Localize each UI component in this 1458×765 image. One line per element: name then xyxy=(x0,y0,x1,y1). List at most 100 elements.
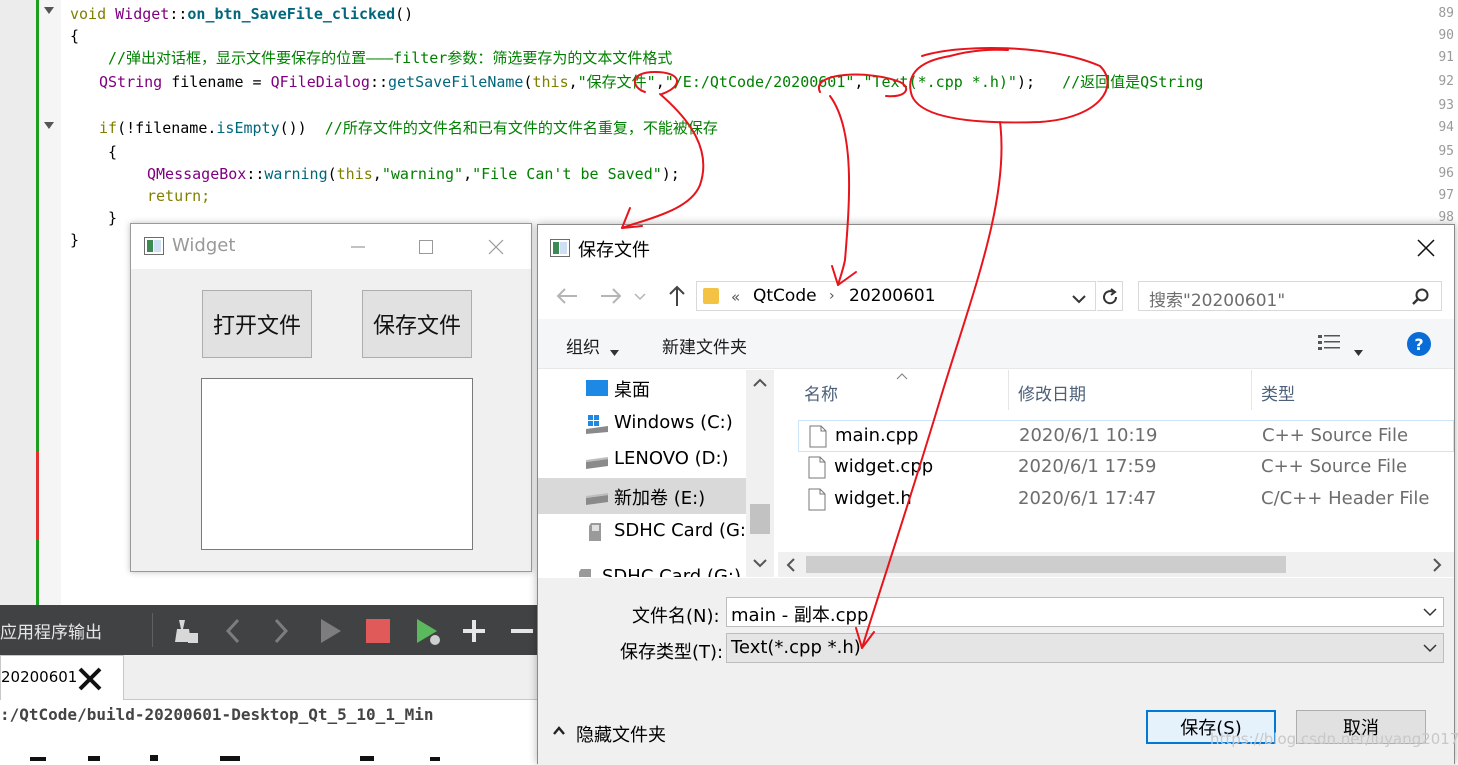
nav-item-windows-c[interactable]: Windows (C:) xyxy=(538,406,746,442)
save-file-dialog: 保存文件 « QtCode › 20200601 搜索"20200601" 组织 xyxy=(537,224,1455,765)
filename-dropdown-icon xyxy=(1423,608,1437,617)
chevron-up-icon[interactable] xyxy=(552,725,566,737)
scroll-down-icon xyxy=(753,559,767,568)
view-options-icon[interactable] xyxy=(1318,333,1340,357)
organize-menu[interactable]: 组织 xyxy=(566,333,600,358)
filetype-value: Text(*.cpp *.h) xyxy=(731,637,861,658)
nav-item-label: SDHC Card (G:) xyxy=(614,520,753,541)
zoom-out-icon[interactable] xyxy=(506,615,538,647)
output-pane-title: 应用程序输出 xyxy=(0,623,102,643)
toolbar-divider xyxy=(152,613,153,647)
help-icon[interactable]: ? xyxy=(1407,332,1431,356)
filetype-select[interactable]: Text(*.cpp *.h) xyxy=(726,633,1444,663)
line-number: 89 xyxy=(1438,6,1454,21)
text-edit-area[interactable] xyxy=(201,378,473,550)
column-header-modified[interactable]: 修改日期 xyxy=(1018,380,1086,405)
file-date: 2020/6/1 10:19 xyxy=(1019,425,1158,446)
app-icon xyxy=(144,237,164,255)
widget-titlebar[interactable]: Widget xyxy=(131,224,531,269)
search-box[interactable]: 搜索"20200601" xyxy=(1138,281,1442,311)
sd-card-icon xyxy=(576,568,598,577)
search-icon[interactable] xyxy=(1411,287,1431,311)
file-row-widget-cpp[interactable]: widget.cpp 2020/6/1 17:59 C++ Source Fil… xyxy=(798,452,1454,484)
output-tab[interactable]: 20200601 xyxy=(0,655,124,700)
breadcrumb-overflow[interactable]: « xyxy=(731,288,740,306)
recent-locations-chevron-icon[interactable] xyxy=(632,283,648,309)
filename-input[interactable]: main - 副本.cpp xyxy=(726,597,1444,627)
new-folder-button[interactable]: 新建文件夹 xyxy=(662,333,747,358)
close-icon[interactable] xyxy=(473,224,519,269)
nav-item-sdhc-g[interactable]: SDHC Card (G:) xyxy=(538,514,753,550)
code-line-98: } xyxy=(108,209,118,227)
file-list[interactable]: 名称 修改日期 类型 main.cpp 2020/6/1 10:19 C++ S… xyxy=(778,370,1454,577)
dialog-app-icon xyxy=(550,239,570,257)
line-number: 94 xyxy=(1438,120,1454,135)
line-number: 91 xyxy=(1438,50,1454,65)
breadcrumb-qtcode[interactable]: QtCode xyxy=(753,286,817,306)
file-icon xyxy=(809,425,827,448)
nav-item-volume-e[interactable]: 新加卷 (E:) xyxy=(538,478,746,514)
dialog-title: 保存文件 xyxy=(578,240,650,261)
navigation-pane[interactable]: 桌面 Windows (C:) LENOVO (D:) 新加卷 (E:) SDH… xyxy=(538,370,774,577)
nav-item-sdhc-g-2[interactable]: SDHC Card (G:) xyxy=(538,560,746,577)
file-type: C/C++ Header File xyxy=(1261,488,1430,509)
save-file-button[interactable]: 保存文件 xyxy=(362,290,472,358)
breadcrumb-20200601[interactable]: 20200601 xyxy=(849,286,936,306)
nav-scrollbar[interactable] xyxy=(746,370,774,577)
address-dropdown-icon[interactable] xyxy=(1071,290,1087,309)
code-line-99: } xyxy=(70,231,80,249)
file-row-main-cpp[interactable]: main.cpp 2020/6/1 10:19 C++ Source File xyxy=(798,420,1454,452)
filetype-dropdown-icon xyxy=(1423,644,1437,653)
address-bar[interactable]: « QtCode › 20200601 xyxy=(696,281,1096,311)
view-dropdown-icon[interactable] xyxy=(1354,341,1363,360)
widget-title: Widget xyxy=(172,235,236,256)
maximize-icon[interactable] xyxy=(403,224,449,269)
run-icon[interactable] xyxy=(314,615,346,647)
file-row-widget-h[interactable]: widget.h 2020/6/1 17:47 C/C++ Header Fil… xyxy=(798,484,1454,516)
up-arrow-icon[interactable] xyxy=(662,283,692,309)
nav-item-desktop[interactable]: 桌面 xyxy=(538,370,746,406)
horizontal-scroll-thumb[interactable] xyxy=(806,556,1286,573)
zoom-in-icon[interactable] xyxy=(458,615,490,647)
dialog-close-icon[interactable] xyxy=(1408,233,1442,263)
next-item-icon[interactable] xyxy=(264,615,296,647)
code-line-94: if(!filename.isEmpty()) //所存文件的文件名和已有文件的… xyxy=(99,119,718,137)
nav-item-lenovo-d[interactable]: LENOVO (D:) xyxy=(538,442,746,478)
code-line-95: { xyxy=(108,143,118,161)
output-path-text: :/QtCode/build-20200601-Desktop_Qt_5_10_… xyxy=(0,705,434,724)
code-line-90: { xyxy=(70,27,80,45)
watermark: https://blog.csdn.net/luyang2017 xyxy=(1210,730,1458,748)
open-file-button[interactable]: 打开文件 xyxy=(202,290,312,358)
column-separator[interactable] xyxy=(1008,370,1009,410)
sd-card-icon xyxy=(586,522,608,542)
scroll-left-icon xyxy=(786,558,795,572)
hide-folders-toggle[interactable]: 隐藏文件夹 xyxy=(576,721,666,747)
code-line-96: QMessageBox::warning(this,"warning","Fil… xyxy=(147,165,680,183)
line-number: 93 xyxy=(1438,98,1454,113)
previous-item-icon[interactable] xyxy=(218,615,250,647)
line-number: 95 xyxy=(1438,144,1454,159)
file-icon xyxy=(808,488,826,511)
fold-arrow-icon[interactable] xyxy=(44,122,54,129)
line-number: 97 xyxy=(1438,188,1454,203)
column-header-type[interactable]: 类型 xyxy=(1261,380,1295,405)
line-number: 96 xyxy=(1438,166,1454,181)
output-tab-label: 20200601 xyxy=(1,668,78,686)
organize-dropdown-icon[interactable] xyxy=(610,341,619,360)
column-separator[interactable] xyxy=(1251,370,1252,410)
nav-scroll-thumb[interactable] xyxy=(750,504,770,534)
stop-icon[interactable] xyxy=(362,615,394,647)
minimize-icon[interactable] xyxy=(335,224,381,269)
back-arrow-icon[interactable] xyxy=(552,283,582,309)
fold-arrow-icon[interactable] xyxy=(44,7,54,14)
debug-run-icon[interactable] xyxy=(412,615,444,647)
file-type: C++ Source File xyxy=(1262,425,1409,446)
column-header-name[interactable]: 名称 xyxy=(804,380,838,405)
clear-output-icon[interactable] xyxy=(170,615,202,647)
file-list-horizontal-scrollbar[interactable] xyxy=(778,552,1454,577)
forward-arrow-icon[interactable] xyxy=(596,283,626,309)
fold-column xyxy=(39,0,61,605)
output-cut-text xyxy=(0,748,540,761)
refresh-button[interactable] xyxy=(1097,281,1123,311)
close-tab-icon[interactable] xyxy=(77,666,103,692)
